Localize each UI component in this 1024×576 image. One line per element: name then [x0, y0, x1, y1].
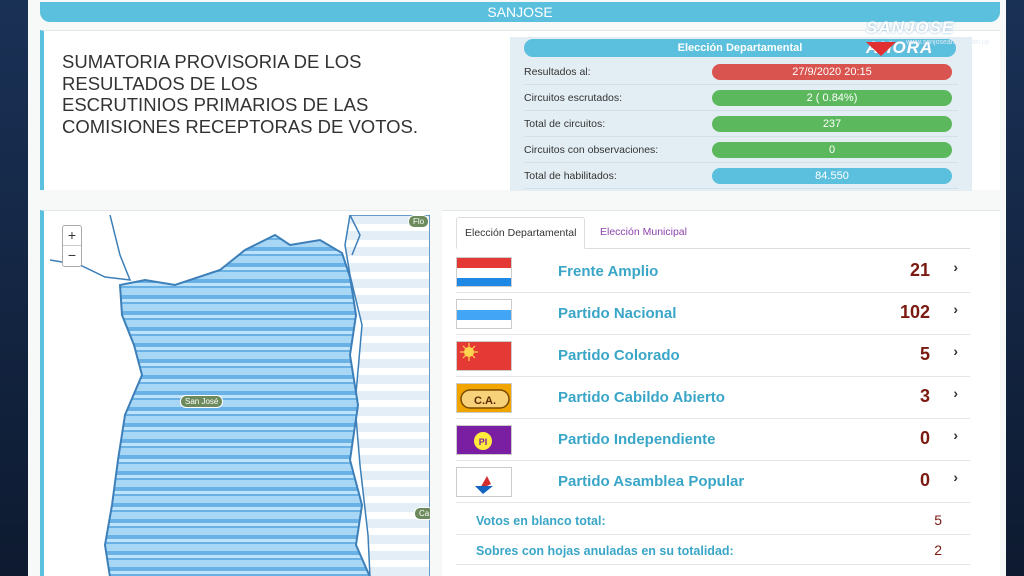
- party-name: Partido Nacional: [558, 305, 677, 322]
- frente-amplio-flag-icon: [456, 257, 512, 287]
- stat-value-habilitados: 84.550: [712, 168, 952, 184]
- party-name: Partido Colorado: [558, 347, 680, 364]
- map-label-san-jose: San José: [180, 395, 224, 408]
- election-stats-panel: Elección Departamental Resultados al: 27…: [510, 37, 972, 191]
- map-label-flores: Flo: [408, 215, 430, 228]
- chevron-right-icon[interactable]: ›: [953, 301, 958, 317]
- party-row-asamblea-popular[interactable]: Partido Asamblea Popular 0 ›: [456, 461, 970, 503]
- party-row-cabildo-abierto[interactable]: C.A. Partido Cabildo Abierto 3 ›: [456, 377, 970, 419]
- blank-votes-row: Votos en blanco total: 5: [456, 505, 970, 535]
- party-row-partido-nacional[interactable]: Partido Nacional 102 ›: [456, 293, 970, 335]
- stat-row-escrutados: Circuitos escrutados: 2 ( 0.84%): [524, 85, 958, 111]
- zoom-out-button[interactable]: −: [63, 246, 81, 266]
- tab-eleccion-departamental[interactable]: Elección Departamental: [456, 217, 586, 249]
- blank-votes-label: Votos en blanco total:: [476, 514, 606, 528]
- zoom-in-button[interactable]: +: [63, 226, 81, 246]
- san-jose-department-region[interactable]: [103, 233, 371, 576]
- chevron-right-icon[interactable]: ›: [953, 469, 958, 485]
- stat-label: Circuitos escrutados:: [524, 92, 623, 104]
- chevron-right-icon[interactable]: ›: [953, 343, 958, 359]
- sanjose-ahora-logo: SANJOSE AHORA www.sanjoseahora.com.uy: [866, 18, 1008, 57]
- asamblea-popular-flag-icon: [456, 467, 512, 497]
- stat-value-escrutados: 2 ( 0.84%): [712, 90, 952, 106]
- chevron-right-icon[interactable]: ›: [953, 427, 958, 443]
- summary-title: SUMATORIA PROVISORIA DE LOS RESULTADOS D…: [62, 51, 482, 137]
- summary-title-line: RESULTADOS DE LOS: [62, 72, 258, 94]
- party-votes: 5: [919, 344, 930, 364]
- logo-url: www.sanjoseahora.com.uy: [906, 39, 990, 46]
- department-title: SANJOSE: [487, 4, 553, 20]
- chevron-right-icon[interactable]: ›: [953, 259, 958, 275]
- party-votes: 0: [919, 470, 930, 490]
- party-row-frente-amplio[interactable]: Frente Amplio 21 ›: [456, 251, 970, 293]
- stat-value-timestamp: 27/9/2020 20:15: [712, 64, 952, 80]
- partido-colorado-flag-icon: [456, 341, 512, 371]
- left-background: [0, 0, 28, 576]
- logo-triangle-icon: [866, 42, 896, 56]
- cabildo-abierto-flag-icon: C.A.: [456, 383, 512, 413]
- stat-value-observaciones: 0: [712, 142, 952, 158]
- map-card: + − San José Flo Ca: [40, 210, 430, 576]
- map-zoom-control: + −: [62, 225, 82, 267]
- party-row-partido-independiente[interactable]: PI Partido Independiente 0 ›: [456, 419, 970, 461]
- partido-independiente-flag-icon: PI: [456, 425, 512, 455]
- stat-row-resultados: Resultados al: 27/9/2020 20:15: [524, 59, 958, 85]
- annulled-envelopes-row: Sobres con hojas anuladas en su totalida…: [456, 535, 970, 565]
- annulled-envelopes-label: Sobres con hojas anuladas en su totalida…: [476, 544, 734, 558]
- party-votes: 102: [899, 302, 930, 322]
- results-card: Elección Departamental Elección Municipa…: [442, 210, 1000, 576]
- map-label-canelones: Ca: [414, 507, 430, 520]
- election-tabs: Elección Departamental Elección Municipa…: [456, 217, 970, 249]
- tab-eleccion-municipal[interactable]: Elección Municipal: [592, 217, 695, 249]
- stat-row-total-circuitos: Total de circuitos: 237: [524, 111, 958, 137]
- stat-label: Circuitos con observaciones:: [524, 144, 659, 156]
- annulled-envelopes-value: 2: [934, 542, 942, 558]
- department-title-bar: SANJOSE: [40, 2, 1000, 22]
- party-votes: 3: [919, 386, 930, 406]
- stat-label: Total de habilitados:: [524, 170, 617, 182]
- blank-votes-value: 5: [934, 512, 942, 528]
- partido-nacional-flag-icon: [456, 299, 512, 329]
- stat-row-observaciones: Circuitos con observaciones: 0: [524, 137, 958, 163]
- party-row-partido-colorado[interactable]: Partido Colorado 5 ›: [456, 335, 970, 377]
- summary-card: SUMATORIA PROVISORIA DE LOS RESULTADOS D…: [40, 30, 1000, 191]
- party-name: Partido Asamblea Popular: [558, 473, 745, 490]
- party-name: Partido Independiente: [558, 431, 716, 448]
- party-name: Frente Amplio: [558, 263, 659, 280]
- chevron-right-icon[interactable]: ›: [953, 385, 958, 401]
- stat-row-habilitados: Total de habilitados: 84.550: [524, 163, 958, 189]
- department-map[interactable]: + − San José Flo Ca: [50, 215, 430, 576]
- results-page: SANJOSE SUMATORIA PROVISORIA DE LOS RESU…: [28, 0, 1006, 576]
- stat-value-total-circuitos: 237: [712, 116, 952, 132]
- partido-independiente-flag-text: PI: [479, 437, 488, 447]
- stat-label: Resultados al:: [524, 66, 591, 78]
- party-name: Partido Cabildo Abierto: [558, 389, 725, 406]
- right-background: [1006, 0, 1024, 576]
- map-svg: [50, 215, 430, 576]
- summary-title-line: ESCRUTINIOS PRIMARIOS DE LAS: [62, 94, 369, 115]
- summary-title-line: COMISIONES RECEPTORAS DE VOTOS.: [62, 115, 419, 137]
- party-votes: 0: [919, 428, 930, 448]
- party-votes: 21: [909, 260, 930, 280]
- cabildo-abierto-flag-text: C.A.: [474, 395, 496, 407]
- stat-label: Total de circuitos:: [524, 118, 606, 130]
- summary-title-line: SUMATORIA PROVISORIA DE LOS: [62, 51, 362, 72]
